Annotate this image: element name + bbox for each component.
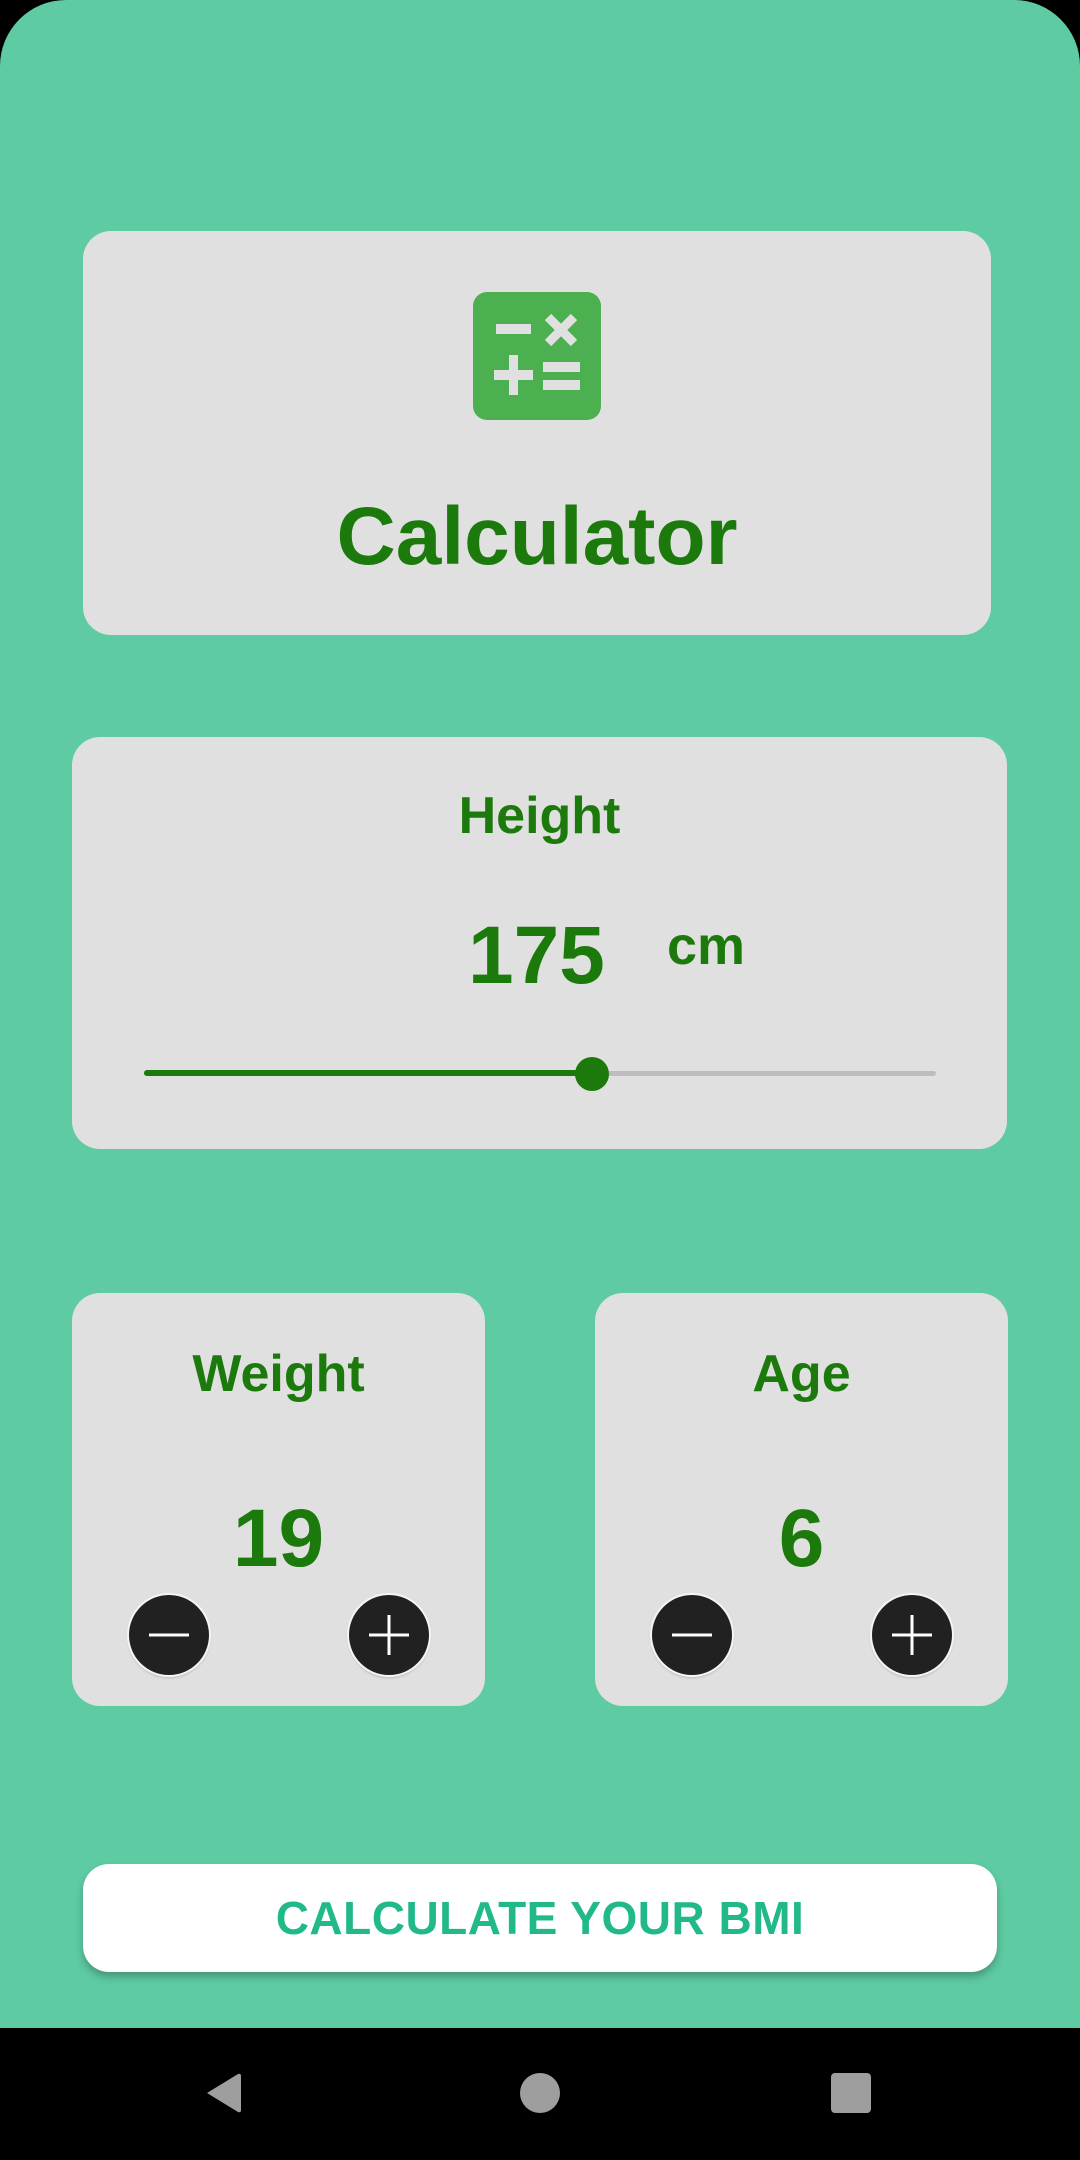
slider-thumb[interactable]	[575, 1057, 609, 1091]
height-value-row: 175 cm	[72, 910, 1007, 1001]
weight-card: Weight 19	[72, 1293, 485, 1706]
app-title: Calculator	[336, 491, 738, 582]
age-value: 6	[778, 1493, 825, 1584]
home-circle-icon	[520, 2073, 560, 2113]
header-card: Calculator	[83, 231, 991, 635]
age-label: Age	[752, 1345, 851, 1403]
plus-icon	[892, 1615, 932, 1655]
age-card: Age 6	[595, 1293, 1008, 1706]
minus-icon	[149, 1633, 189, 1637]
height-unit: cm	[667, 916, 746, 976]
slider-fill	[144, 1070, 592, 1076]
nav-back-button[interactable]	[191, 2058, 261, 2128]
nav-home-button[interactable]	[505, 2058, 575, 2128]
plus-icon	[369, 1615, 409, 1655]
weight-value: 19	[232, 1493, 325, 1584]
age-decrement-button[interactable]	[652, 1595, 732, 1675]
height-label: Height	[458, 787, 621, 845]
calculate-bmi-button[interactable]: CALCULATE YOUR BMI	[83, 1864, 997, 1972]
recents-square-icon	[831, 2073, 871, 2113]
calculator-icon	[473, 292, 601, 420]
height-value: 175	[468, 910, 605, 1001]
weight-label: Weight	[192, 1345, 365, 1403]
system-nav-bar	[0, 2028, 1080, 2160]
app-screen: Calculator Height 175 cm Weight 19 Age 6…	[0, 0, 1080, 2160]
back-triangle-icon	[207, 2073, 241, 2113]
minus-icon	[672, 1633, 712, 1637]
height-card: Height 175 cm	[72, 737, 1007, 1149]
weight-decrement-button[interactable]	[129, 1595, 209, 1675]
weight-increment-button[interactable]	[349, 1595, 429, 1675]
height-slider[interactable]	[144, 1057, 936, 1091]
nav-recents-button[interactable]	[816, 2058, 886, 2128]
age-increment-button[interactable]	[872, 1595, 952, 1675]
